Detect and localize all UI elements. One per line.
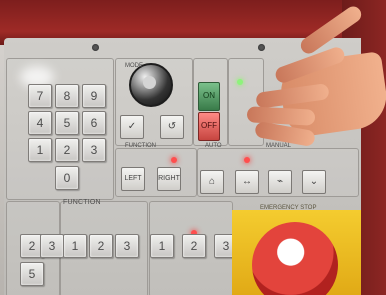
key-button[interactable]: 2 [89, 234, 113, 258]
status-led [237, 79, 243, 85]
manual-label: MANUAL [266, 143, 292, 149]
status-led [244, 157, 250, 163]
control-panel-scene: 7 8 9 4 5 6 1 2 3 0 ✓ ↺ LEFT RIGHT ON OF… [0, 0, 386, 295]
manual-button[interactable]: ↺ [160, 115, 184, 139]
emergency-label: EMERGENCY STOP [260, 205, 317, 211]
function-label: FUNCTION [125, 143, 156, 149]
key-button[interactable]: 1 [28, 138, 52, 162]
key-button[interactable]: 8 [55, 84, 79, 108]
key-button[interactable]: 5 [20, 262, 44, 286]
on-button[interactable]: ON [198, 82, 220, 111]
key-button[interactable]: 2 [55, 138, 79, 162]
screw-icon [258, 44, 265, 51]
arrow-icon-button[interactable]: ↔ [235, 170, 259, 194]
key-button[interactable]: 7 [28, 84, 52, 108]
key-button[interactable]: 0 [55, 166, 79, 190]
left-button[interactable]: LEFT [121, 167, 145, 191]
mode-label: MODE [125, 63, 143, 69]
panel-subtitle: FUNCTION [63, 199, 101, 206]
knob-cap [143, 76, 156, 89]
key-button[interactable]: 1 [63, 234, 87, 258]
mode-icon-button[interactable]: ⌄ [302, 170, 326, 194]
auto-button[interactable]: ✓ [120, 115, 144, 139]
key-button[interactable]: 1 [150, 234, 174, 258]
key-button[interactable]: 4 [28, 111, 52, 135]
off-button[interactable]: OFF [198, 112, 220, 141]
hand-icon-button[interactable]: ⌂ [200, 170, 224, 194]
key-button[interactable]: 9 [82, 84, 106, 108]
screw-icon [92, 44, 99, 51]
key-button[interactable]: 3 [115, 234, 139, 258]
key-button[interactable]: 5 [55, 111, 79, 135]
auto-label: AUTO [205, 143, 222, 149]
tool-icon-button[interactable]: ⌁ [268, 170, 292, 194]
key-button[interactable]: 2 [182, 234, 206, 258]
key-button[interactable]: 3 [82, 138, 106, 162]
right-button[interactable]: RIGHT [157, 167, 181, 191]
key-button[interactable]: 3 [40, 234, 64, 258]
status-led [171, 157, 177, 163]
key-button[interactable]: 6 [82, 111, 106, 135]
